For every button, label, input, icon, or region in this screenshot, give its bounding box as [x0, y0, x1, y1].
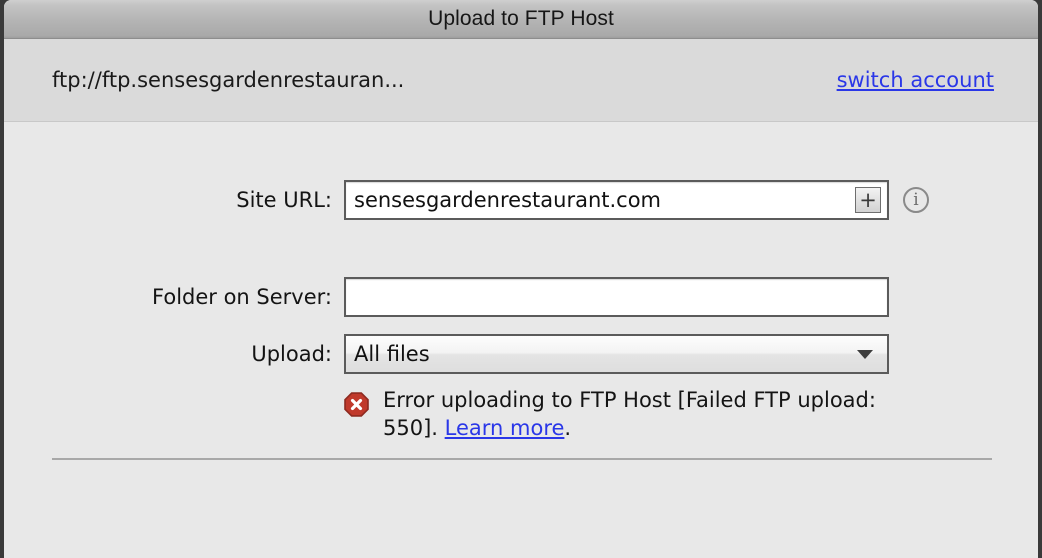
- folder-on-server-row: Folder on Server:: [4, 277, 1038, 317]
- upload-row: Upload: All files: [4, 334, 1038, 374]
- account-band: ftp://ftp.sensesgardenrestauran... switc…: [4, 39, 1038, 122]
- error-octagon-icon: [344, 392, 369, 417]
- dialog-title: Upload to FTP Host: [428, 7, 614, 30]
- error-message-row: Error uploading to FTP Host [Failed FTP …: [344, 387, 904, 442]
- folder-on-server-label: Folder on Server:: [152, 285, 332, 309]
- site-url-value: sensesgardenrestaurant.com: [354, 188, 662, 212]
- error-text: Error uploading to FTP Host [Failed FTP …: [383, 387, 883, 442]
- folder-on-server-input[interactable]: [344, 277, 889, 317]
- site-url-label: Site URL:: [236, 188, 332, 212]
- switch-account-link[interactable]: switch account: [837, 68, 994, 92]
- upload-selected-value: All files: [354, 342, 430, 366]
- site-url-row: Site URL: sensesgardenrestaurant.com + i: [4, 180, 1038, 220]
- footer-separator: [52, 458, 992, 460]
- chevron-down-icon: [857, 349, 873, 359]
- upload-to-ftp-host-dialog: Upload to FTP Host ftp://ftp.sensesgarde…: [4, 0, 1038, 558]
- learn-more-link[interactable]: Learn more: [445, 416, 565, 440]
- dialog-titlebar: Upload to FTP Host: [4, 0, 1038, 39]
- site-url-input[interactable]: sensesgardenrestaurant.com +: [344, 180, 889, 220]
- error-text-part2: .: [564, 415, 572, 440]
- upload-select[interactable]: All files: [344, 334, 889, 374]
- ftp-url-text: ftp://ftp.sensesgardenrestauran...: [52, 68, 405, 92]
- add-site-url-button[interactable]: +: [855, 187, 881, 213]
- dialog-body: Site URL: sensesgardenrestaurant.com + i…: [4, 122, 1038, 558]
- info-icon[interactable]: i: [903, 187, 929, 213]
- upload-label: Upload:: [251, 342, 332, 366]
